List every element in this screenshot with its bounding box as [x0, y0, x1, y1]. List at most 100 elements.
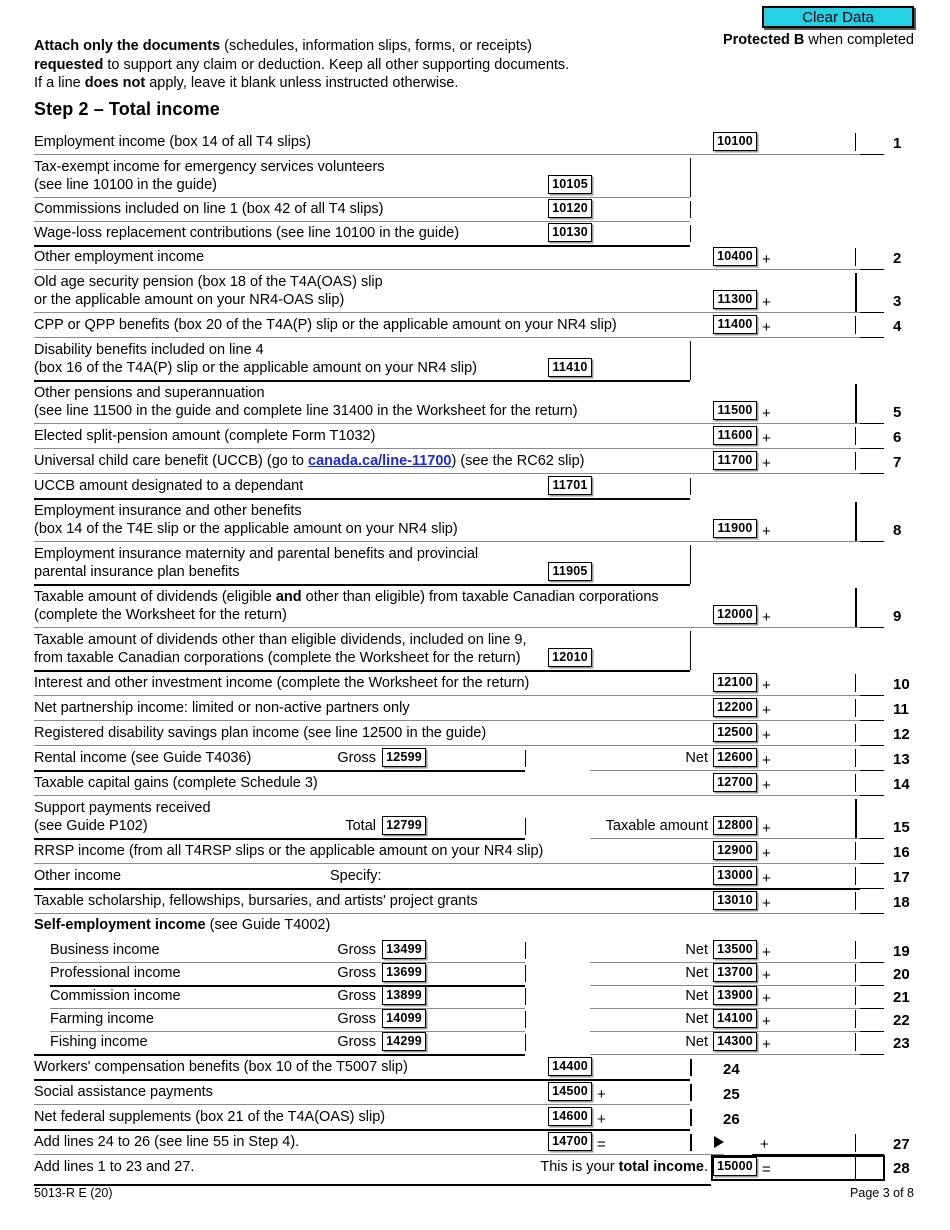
operator-plus-7: + — [762, 455, 771, 472]
operator-plus-21: + — [762, 990, 771, 1007]
row-number-7: 7 — [893, 454, 902, 471]
row-label-13: Rental income (see Guide T4036) — [34, 750, 252, 766]
row-number-3: 3 — [893, 293, 902, 310]
line-code-13010: 13010 — [713, 891, 757, 910]
rule-4b — [860, 337, 884, 338]
line-code-10100: 10100 — [713, 132, 757, 151]
rule-24 — [34, 1079, 690, 1081]
row-label-7-b: ) (see the RC62 slip) — [451, 453, 585, 469]
operator-plus-15: + — [762, 820, 771, 837]
tick-20 — [855, 964, 856, 982]
tick-11905 — [690, 545, 691, 584]
rule-7a — [34, 473, 860, 474]
tick-25 — [690, 1084, 692, 1101]
rule-10105 — [34, 197, 690, 198]
rule-19b — [860, 962, 884, 963]
operator-plus-18: + — [762, 895, 771, 912]
row-label-2: Other employment income — [34, 249, 205, 265]
tick-22 — [855, 1010, 856, 1028]
row-label-9-line2: (complete the Worksheet for the return) — [34, 607, 287, 623]
protected-b-bold: Protected B — [722, 32, 805, 48]
row-number-15: 15 — [893, 819, 910, 836]
row-label-15-line2: (see Guide P102) — [34, 818, 148, 834]
operator-plus-5: + — [762, 405, 771, 422]
row-label-3-line1: Old age security pension (box 18 of the … — [34, 274, 383, 290]
row-label-25: Social assistance payments — [34, 1084, 213, 1100]
rule-12a — [34, 745, 860, 746]
tick-14 — [855, 774, 856, 792]
net-label-23: Net — [685, 1034, 708, 1050]
tick-6 — [855, 427, 856, 445]
line-code-14100: 14100 — [713, 1009, 757, 1028]
operator-plus-9: + — [762, 609, 771, 626]
rule-12010 — [34, 670, 690, 672]
row-number-22: 22 — [893, 1012, 910, 1029]
tick-19 — [855, 941, 856, 959]
tick-27b — [855, 1134, 856, 1152]
carry-forward-arrow-icon — [714, 1136, 724, 1148]
net-label-13: Net — [685, 750, 708, 766]
step-2-heading: Step 2 – Total income — [34, 99, 220, 119]
tick-11701 — [690, 478, 691, 495]
row-label-11410-line2: (box 16 of the T4A(P) slip or the applic… — [34, 360, 478, 376]
rule-15a — [590, 838, 860, 839]
self-employment-heading-rest: (see Guide T4002) — [205, 917, 331, 933]
rule-10130 — [34, 245, 690, 247]
operator-plus-3: + — [762, 294, 771, 311]
attach-note-text-2: to support any claim or deduction. Keep … — [103, 56, 570, 73]
line-code-14500: 14500 — [548, 1082, 592, 1101]
line-code-14300: 14300 — [713, 1032, 757, 1051]
operator-plus-2: + — [762, 251, 771, 268]
line-code-14099: 14099 — [382, 1009, 426, 1028]
rule-23-gross — [34, 1054, 525, 1056]
row-number-23: 23 — [893, 1035, 910, 1052]
operator-plus-16: + — [762, 845, 771, 862]
row-label-3-line2: or the applicable amount on your NR4-OAS… — [34, 292, 345, 308]
line-code-10105: 10105 — [548, 175, 592, 194]
net-label-20: Net — [685, 965, 708, 981]
row-number-1: 1 — [893, 135, 902, 152]
attach-note-text-3b: apply, leave it blank unless instructed … — [145, 75, 459, 91]
row-number-20: 20 — [893, 966, 910, 983]
tick-10130 — [690, 225, 691, 242]
rule-3b — [860, 312, 884, 313]
line-code-12200: 12200 — [713, 698, 757, 717]
rule-25 — [34, 1104, 690, 1105]
row-label-9-bold: and — [275, 589, 302, 605]
rule-17a — [34, 888, 860, 890]
row-number-19: 19 — [893, 943, 910, 960]
canada-ca-link[interactable]: canada.ca/line-11700 — [308, 453, 452, 469]
tick-24 — [690, 1059, 692, 1076]
line-code-14299: 14299 — [382, 1032, 426, 1051]
self-employment-heading-bold: Self-employment income — [34, 917, 206, 933]
row-label-24: Workers' compensation benefits (box 10 o… — [34, 1059, 408, 1075]
line-code-10130: 10130 — [548, 223, 592, 242]
rule-16a — [34, 863, 860, 864]
row-label-9-line1: Taxable amount of dividends (eligible an… — [34, 588, 659, 607]
gross-label-13: Gross — [337, 750, 376, 766]
gross-label-22: Gross — [337, 1011, 376, 1027]
rule-2b — [860, 269, 884, 270]
tick-13 — [855, 749, 856, 767]
operator-plus-25: + — [597, 1086, 606, 1103]
rule-13a — [590, 770, 860, 771]
row-label-22: Farming income — [50, 1011, 154, 1027]
tick-21 — [855, 987, 856, 1005]
row-number-25: 25 — [723, 1086, 740, 1103]
line-code-13500: 13500 — [713, 940, 757, 959]
line-code-12600: 12600 — [713, 748, 757, 767]
line-code-15000: 15000 — [713, 1157, 757, 1176]
row-number-16: 16 — [893, 844, 910, 861]
line-code-10120: 10120 — [548, 199, 592, 218]
operator-plus-6: + — [762, 430, 771, 447]
row-label-10: Interest and other investment income (co… — [34, 675, 530, 691]
rule-15-total — [34, 838, 525, 840]
line-code-11410: 11410 — [548, 358, 592, 377]
tick-11 — [855, 699, 856, 717]
rule-27a — [34, 1154, 724, 1155]
row-label-5-line1: Other pensions and superannuation — [34, 385, 265, 401]
total-label-15: Total — [345, 818, 376, 834]
clear-data-button[interactable]: Clear Data — [762, 6, 914, 28]
row-label-1: Employment income (box 14 of all T4 slip… — [34, 134, 311, 150]
line-code-12800: 12800 — [713, 816, 757, 835]
